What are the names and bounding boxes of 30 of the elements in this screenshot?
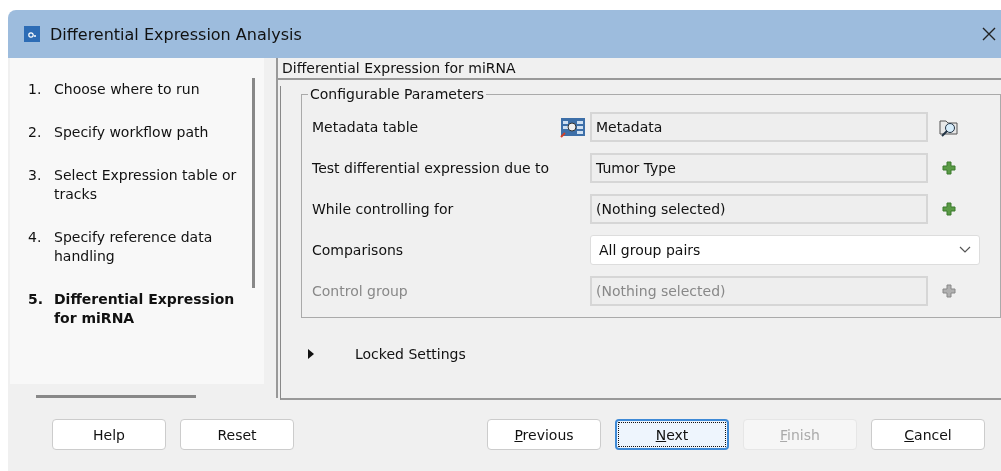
wizard-step[interactable]: 3. Select Expression table or tracks <box>10 166 244 204</box>
window-title: Differential Expression Analysis <box>50 24 302 44</box>
wizard-step[interactable]: 2. Specify workflow path <box>10 123 244 142</box>
wizard-step[interactable]: 5. Differential Expression for miRNA <box>10 290 244 328</box>
field-label: Control group <box>312 282 409 299</box>
dropdown[interactable]: All group pairs <box>590 234 980 265</box>
app-icon <box>24 26 40 42</box>
dialog-button[interactable]: Previous <box>487 419 601 450</box>
field-label: Test differential expression due to <box>312 159 551 176</box>
scrollbar[interactable] <box>36 395 196 398</box>
triangle-icon <box>307 349 315 359</box>
dialog-button[interactable]: Next <box>615 419 729 450</box>
panel-title: Differential Expression for miRNA <box>278 58 1001 80</box>
locked-settings-toggle[interactable]: Locked Settings <box>307 346 466 362</box>
field-label: While controlling for <box>312 200 455 217</box>
field-label: Comparisons <box>312 241 405 258</box>
field-label: Metadata table <box>312 118 420 135</box>
wizard-step[interactable]: 4. Specify reference data handling <box>10 228 244 266</box>
dialog-button[interactable]: Help <box>52 419 166 450</box>
dialog-button[interactable]: Reset <box>180 419 294 450</box>
input-field[interactable]: Metadata <box>590 111 928 142</box>
table-icon <box>560 115 586 138</box>
scrollbar[interactable] <box>252 78 255 288</box>
input-field[interactable]: Tumor Type <box>590 152 928 183</box>
dialog-button[interactable]: Cancel <box>871 419 985 450</box>
close-icon[interactable] <box>981 26 997 42</box>
chevron-down-icon <box>959 245 971 254</box>
group-title: Configurable Parameters <box>309 86 486 102</box>
input-field[interactable]: (Nothing selected) <box>590 193 928 224</box>
wizard-step[interactable]: 1. Choose where to run <box>10 80 244 99</box>
